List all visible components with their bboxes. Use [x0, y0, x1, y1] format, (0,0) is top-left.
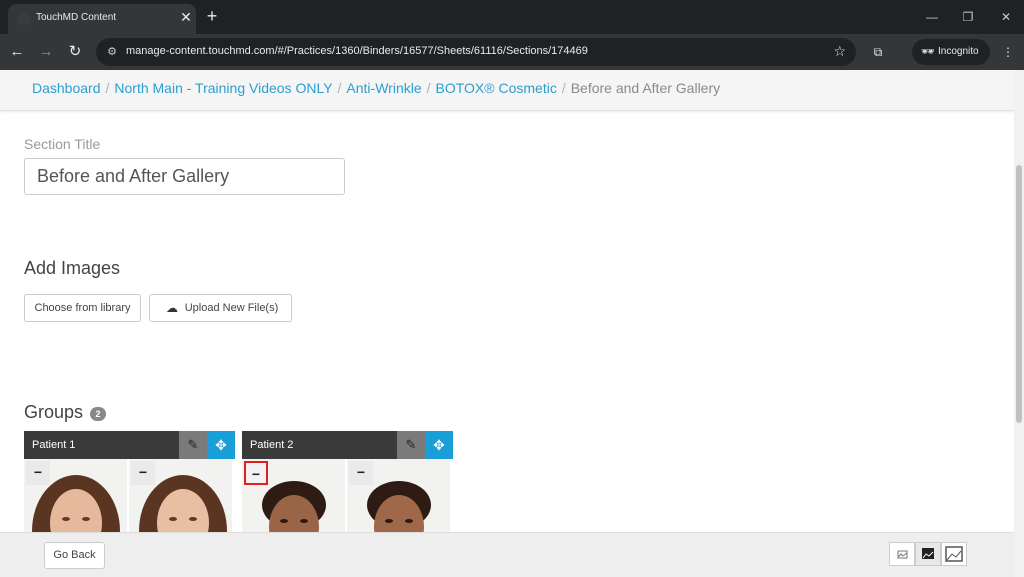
go-back-button[interactable]: Go Back: [44, 542, 105, 569]
move-icon[interactable]: ✥: [425, 431, 453, 459]
scrollbar-thumb[interactable]: [1016, 165, 1022, 423]
address-url: manage-content.touchmd.com/#/Practices/1…: [126, 45, 588, 57]
window-close-icon[interactable]: ✕: [996, 8, 1016, 26]
browser-toolbar: ← → ↻ ⚙ manage-content.touchmd.com/#/Pra…: [0, 34, 1024, 70]
section-title-input[interactable]: [24, 158, 345, 195]
minus-icon[interactable]: −: [131, 461, 155, 485]
incognito-label: Incognito: [938, 46, 979, 57]
move-icon[interactable]: ✥: [207, 431, 235, 459]
pencil-icon[interactable]: ✎: [179, 431, 207, 459]
breadcrumb-practice[interactable]: North Main - Training Videos ONLY: [114, 80, 332, 96]
footer-bar: Go Back: [0, 532, 1014, 577]
address-bar[interactable]: ⚙ manage-content.touchmd.com/#/Practices…: [96, 38, 856, 66]
minus-icon[interactable]: −: [26, 461, 50, 485]
view-medium-button[interactable]: [915, 542, 941, 566]
forward-icon[interactable]: →: [35, 41, 57, 63]
breadcrumb-separator: /: [426, 80, 431, 96]
breadcrumb-sheet[interactable]: BOTOX® Cosmetic: [436, 80, 557, 96]
star-icon[interactable]: ☆: [833, 43, 846, 60]
breadcrumb-binder[interactable]: Anti-Wrinkle: [346, 80, 421, 96]
incognito-indicator[interactable]: 🕶 Incognito: [912, 39, 990, 65]
group-header: Patient 1 ✎ ✥: [24, 431, 235, 459]
upload-new-files-button[interactable]: ☁ Upload New File(s): [149, 294, 292, 322]
browser-tab[interactable]: TouchMD Content ✕: [8, 4, 196, 34]
restore-icon[interactable]: ❐: [958, 8, 978, 26]
minimize-icon[interactable]: —: [922, 8, 942, 26]
view-small-button[interactable]: [889, 542, 915, 566]
add-images-heading: Add Images: [24, 258, 121, 278]
group-header: Patient 2 ✎ ✥: [242, 431, 453, 459]
breadcrumb-separator: /: [337, 80, 342, 96]
image-large-icon: [945, 546, 963, 562]
groups-count-badge: 2: [90, 407, 106, 421]
minus-icon[interactable]: −: [349, 461, 373, 485]
pencil-icon[interactable]: ✎: [397, 431, 425, 459]
upload-cloud-icon: ☁: [166, 301, 178, 315]
breadcrumb-separator: /: [561, 80, 566, 96]
image-medium-icon: [922, 548, 934, 559]
breadcrumb-separator: /: [105, 80, 110, 96]
browser-tab-bar: TouchMD Content ✕ + — ❐ ✕: [0, 0, 1024, 34]
group-title: Patient 2: [250, 439, 294, 451]
site-info-icon[interactable]: ⚙: [104, 44, 120, 60]
group-title: Patient 1: [32, 439, 76, 451]
lens-icon[interactable]: ⧉: [868, 42, 888, 62]
upload-label: Upload New File(s): [184, 302, 279, 314]
tab-close-icon[interactable]: ✕: [178, 9, 194, 25]
tab-title: TouchMD Content: [36, 12, 117, 23]
choose-from-library-button[interactable]: Choose from library: [24, 294, 141, 322]
breadcrumb: Dashboard / North Main - Training Videos O…: [32, 80, 720, 96]
groups-heading: Groups: [24, 402, 84, 422]
new-tab-button[interactable]: +: [202, 6, 222, 26]
breadcrumb-bar: Dashboard / North Main - Training Videos O…: [0, 70, 1014, 111]
view-large-button[interactable]: [941, 542, 967, 566]
back-icon[interactable]: ←: [6, 41, 28, 63]
breadcrumb-dashboard[interactable]: Dashboard: [32, 80, 101, 96]
incognito-icon: 🕶: [921, 46, 935, 58]
image-small-icon: [897, 550, 908, 559]
breadcrumb-current: Before and After Gallery: [570, 80, 721, 96]
section-title-label: Section Title: [24, 136, 101, 152]
menu-icon[interactable]: ⋮: [998, 42, 1018, 62]
reload-icon[interactable]: ↻: [64, 41, 86, 63]
favicon-icon: [18, 13, 30, 25]
page-content: Dashboard / North Main - Training Videos O…: [0, 70, 1014, 577]
minus-icon[interactable]: −: [244, 461, 268, 485]
page-scrollbar[interactable]: [1014, 70, 1024, 577]
